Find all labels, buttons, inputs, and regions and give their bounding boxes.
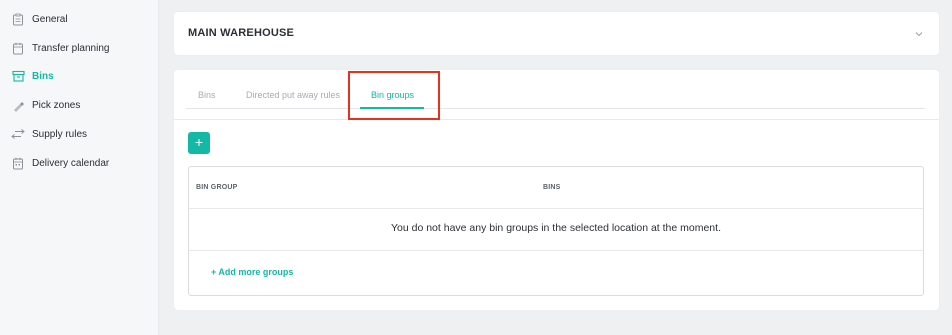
sidebar-item-label: Transfer planning	[32, 42, 110, 54]
bin-groups-card: Bins Directed put away rules Bin groups …	[174, 70, 939, 310]
sidebar-item-general[interactable]: General	[11, 10, 151, 28]
sidebar-item-delivery-calendar[interactable]: Delivery calendar	[11, 154, 151, 172]
sidebar-item-bins[interactable]: Bins	[11, 67, 151, 85]
calendar-clipboard-icon	[11, 41, 25, 55]
tab-directed-put-away-rules[interactable]: Directed put away rules	[246, 90, 340, 100]
tab-bar: Bins Directed put away rules Bin groups	[186, 86, 925, 109]
clipboard-icon	[11, 12, 25, 26]
sidebar-item-label: Pick zones	[32, 99, 81, 111]
tab-bin-groups[interactable]: Bin groups	[371, 90, 414, 100]
sidebar-item-transfer-planning[interactable]: Transfer planning	[11, 39, 151, 57]
sidebar-item-label: Delivery calendar	[32, 157, 110, 169]
transfer-arrows-icon	[11, 127, 25, 141]
divider	[189, 208, 923, 209]
sidebar-item-pick-zones[interactable]: Pick zones	[11, 96, 151, 114]
calendar-icon	[11, 156, 25, 170]
empty-state-message: You do not have any bin groups in the se…	[390, 222, 721, 234]
column-header-bin-group: BIN GROUP	[196, 184, 238, 191]
sidebar-item-supply-rules[interactable]: Supply rules	[11, 125, 151, 143]
column-header-bins: BINS	[543, 184, 561, 191]
add-bin-group-button[interactable]: +	[188, 132, 210, 154]
pick-tool-icon	[11, 98, 25, 112]
warehouse-title: MAIN WAREHOUSE	[188, 27, 295, 39]
warehouse-card[interactable]: MAIN WAREHOUSE	[174, 12, 939, 55]
sidebar-item-label: Bins	[32, 70, 54, 82]
add-more-groups-link[interactable]: + Add more groups	[211, 267, 293, 277]
bin-groups-table: BIN GROUP BINS You do not have any bin g…	[188, 166, 924, 296]
bin-icon	[11, 69, 25, 83]
divider	[189, 250, 923, 251]
sidebar-item-label: Supply rules	[32, 128, 88, 140]
sidebar-item-label: General	[32, 13, 68, 25]
active-tab-indicator	[360, 107, 424, 109]
tab-bins[interactable]: Bins	[198, 90, 216, 100]
sidebar: General Transfer planning Bins Pick zone…	[0, 0, 159, 335]
chevron-down-icon[interactable]	[913, 27, 925, 39]
divider	[174, 119, 939, 120]
